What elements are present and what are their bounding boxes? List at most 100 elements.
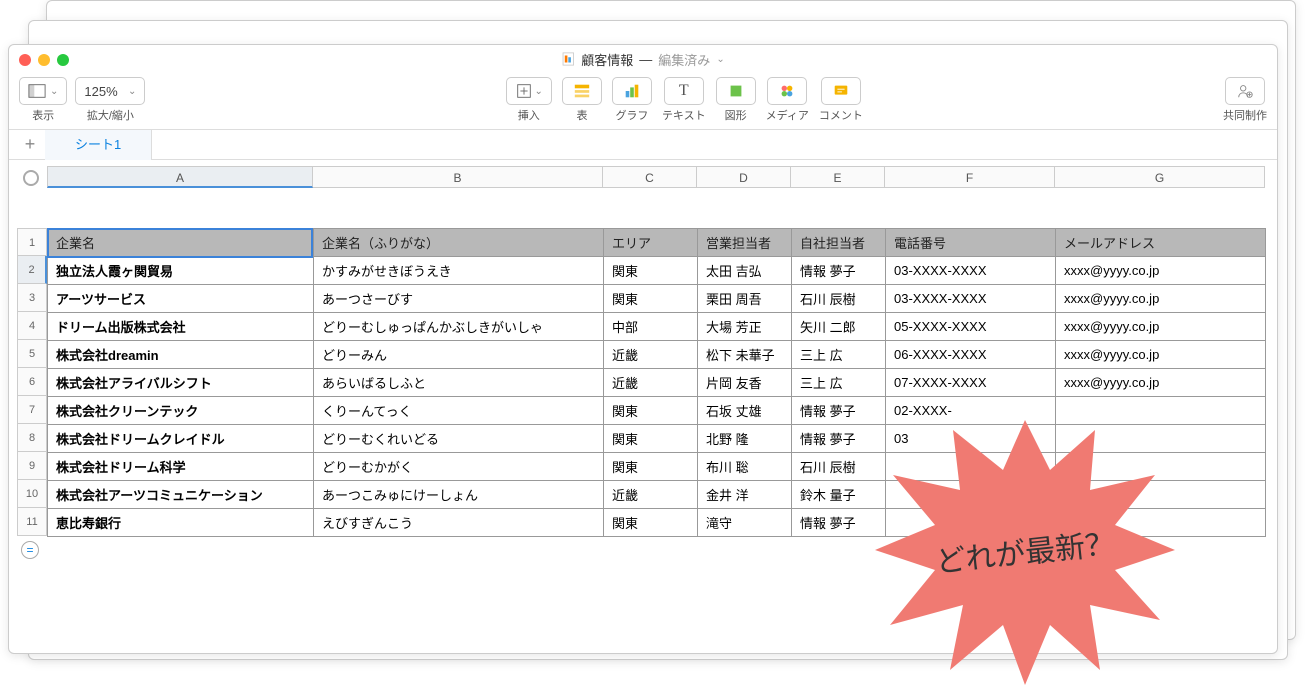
cell[interactable]: 松下 未華子 — [698, 341, 792, 369]
cell[interactable]: 滝守 — [698, 509, 792, 537]
row-header-11[interactable]: 11 — [17, 508, 47, 536]
cell[interactable]: 株式会社dreamin — [48, 341, 314, 369]
column-header-D[interactable]: D — [697, 166, 791, 188]
chart-button[interactable] — [612, 77, 652, 105]
table-row[interactable]: 株式会社dreaminどりーみん近畿松下 未華子三上 広06-XXXX-XXXX… — [48, 341, 1266, 369]
cell[interactable]: 05-XXXX-XXXX — [886, 313, 1056, 341]
cell[interactable]: 栗田 周吾 — [698, 285, 792, 313]
cell[interactable]: 03-XXXX-XXXX — [886, 257, 1056, 285]
row-header-1[interactable]: 1 — [17, 228, 47, 256]
cell[interactable]: 近畿 — [604, 341, 698, 369]
zoom-button[interactable]: 125% ⌄ — [75, 77, 145, 105]
cell[interactable]: あーつさーびす — [314, 285, 604, 313]
cell[interactable]: 矢川 二郎 — [792, 313, 886, 341]
select-all-handle[interactable] — [23, 170, 39, 186]
cell[interactable]: あらいばるしふと — [314, 369, 604, 397]
table-row[interactable]: ドリーム出版株式会社どりーむしゅっぱんかぶしきがいしゃ中部大場 芳正矢川 二郎0… — [48, 313, 1266, 341]
minimize-icon[interactable] — [38, 54, 50, 66]
cell[interactable]: 石坂 丈雄 — [698, 397, 792, 425]
cell[interactable]: どりーむくれいどる — [314, 425, 604, 453]
cell[interactable]: 株式会社クリーンテック — [48, 397, 314, 425]
table-row[interactable]: 株式会社アライバルシフトあらいばるしふと近畿片岡 友香三上 広07-XXXX-X… — [48, 369, 1266, 397]
cell[interactable]: 近畿 — [604, 481, 698, 509]
cell[interactable]: 近畿 — [604, 369, 698, 397]
insert-button[interactable]: ⌄ — [506, 77, 552, 105]
row-header-6[interactable]: 6 — [17, 368, 47, 396]
cell[interactable]: 石川 辰樹 — [792, 285, 886, 313]
shape-button[interactable] — [716, 77, 756, 105]
cell[interactable]: かすみがせきぼうえき — [314, 257, 604, 285]
row-header-4[interactable]: 4 — [17, 312, 47, 340]
text-button[interactable]: T — [664, 77, 704, 105]
column-header-E[interactable]: E — [791, 166, 885, 188]
cell[interactable]: 関東 — [604, 425, 698, 453]
table-header[interactable]: エリア — [604, 229, 698, 257]
cell[interactable]: 関東 — [604, 397, 698, 425]
table-header[interactable]: 企業名（ふりがな） — [314, 229, 604, 257]
cell[interactable]: 情報 夢子 — [792, 257, 886, 285]
cell[interactable]: xxxx@yyyy.co.jp — [1056, 257, 1266, 285]
cell[interactable]: xxxx@yyyy.co.jp — [1056, 285, 1266, 313]
cell[interactable]: えびすぎんこう — [314, 509, 604, 537]
cell[interactable]: 独立法人霞ヶ関貿易 — [48, 257, 314, 285]
cell[interactable]: xxxx@yyyy.co.jp — [1056, 369, 1266, 397]
cell[interactable]: 金井 洋 — [698, 481, 792, 509]
cell[interactable]: 株式会社アーツコミュニケーション — [48, 481, 314, 509]
row-header-8[interactable]: 8 — [17, 424, 47, 452]
cell[interactable]: xxxx@yyyy.co.jp — [1056, 313, 1266, 341]
cell[interactable]: どりーみん — [314, 341, 604, 369]
column-header-B[interactable]: B — [313, 166, 603, 188]
column-header-F[interactable]: F — [885, 166, 1055, 188]
table-header[interactable]: 営業担当者 — [698, 229, 792, 257]
column-header-G[interactable]: G — [1055, 166, 1265, 188]
table-header[interactable]: 自社担当者 — [792, 229, 886, 257]
cell[interactable]: 北野 隆 — [698, 425, 792, 453]
cell[interactable]: 片岡 友香 — [698, 369, 792, 397]
cell[interactable]: どりーむしゅっぱんかぶしきがいしゃ — [314, 313, 604, 341]
cell[interactable]: 三上 広 — [792, 369, 886, 397]
cell[interactable]: どりーむかがく — [314, 453, 604, 481]
add-sheet-button[interactable]: + — [15, 134, 45, 155]
row-header-9[interactable]: 9 — [17, 452, 47, 480]
cell[interactable]: 03-XXXX-XXXX — [886, 285, 1056, 313]
collaborate-button[interactable] — [1225, 77, 1265, 105]
cell[interactable]: あーつこみゅにけーしょん — [314, 481, 604, 509]
row-header-2[interactable]: 2 — [17, 256, 47, 284]
cell[interactable]: ドリーム出版株式会社 — [48, 313, 314, 341]
cell[interactable]: 株式会社ドリーム科学 — [48, 453, 314, 481]
cell[interactable]: 大場 芳正 — [698, 313, 792, 341]
tab-sheet1[interactable]: シート1 — [45, 130, 152, 160]
table-header[interactable]: メールアドレス — [1056, 229, 1266, 257]
comment-button[interactable] — [821, 77, 861, 105]
table-header[interactable]: 電話番号 — [886, 229, 1056, 257]
table-button[interactable] — [562, 77, 602, 105]
cell[interactable]: 布川 聡 — [698, 453, 792, 481]
cell[interactable]: 関東 — [604, 257, 698, 285]
row-header-7[interactable]: 7 — [17, 396, 47, 424]
cell[interactable]: 中部 — [604, 313, 698, 341]
formula-button[interactable]: = — [21, 541, 39, 559]
media-button[interactable] — [767, 77, 807, 105]
cell[interactable]: くりーんてっく — [314, 397, 604, 425]
table-header[interactable]: 企業名 — [48, 229, 314, 257]
chevron-down-icon[interactable]: ⌄ — [716, 54, 724, 65]
cell[interactable]: 07-XXXX-XXXX — [886, 369, 1056, 397]
maximize-icon[interactable] — [57, 54, 69, 66]
document-title[interactable]: 顧客情報 — 編集済み ⌄ — [561, 50, 724, 69]
cell[interactable]: 06-XXXX-XXXX — [886, 341, 1056, 369]
cell[interactable]: アーツサービス — [48, 285, 314, 313]
cell[interactable]: 関東 — [604, 509, 698, 537]
column-header-A[interactable]: A — [47, 166, 313, 188]
cell[interactable]: xxxx@yyyy.co.jp — [1056, 341, 1266, 369]
cell[interactable]: 恵比寿銀行 — [48, 509, 314, 537]
cell[interactable]: 株式会社アライバルシフト — [48, 369, 314, 397]
close-icon[interactable] — [19, 54, 31, 66]
table-row[interactable]: 独立法人霞ヶ関貿易かすみがせきぼうえき関東太田 吉弘情報 夢子03-XXXX-X… — [48, 257, 1266, 285]
cell[interactable]: 関東 — [604, 453, 698, 481]
view-button[interactable]: ⌄ — [19, 77, 67, 105]
row-header-3[interactable]: 3 — [17, 284, 47, 312]
column-header-C[interactable]: C — [603, 166, 697, 188]
table-row[interactable]: アーツサービスあーつさーびす関東栗田 周吾石川 辰樹03-XXXX-XXXXxx… — [48, 285, 1266, 313]
cell[interactable]: 関東 — [604, 285, 698, 313]
cell[interactable]: 太田 吉弘 — [698, 257, 792, 285]
